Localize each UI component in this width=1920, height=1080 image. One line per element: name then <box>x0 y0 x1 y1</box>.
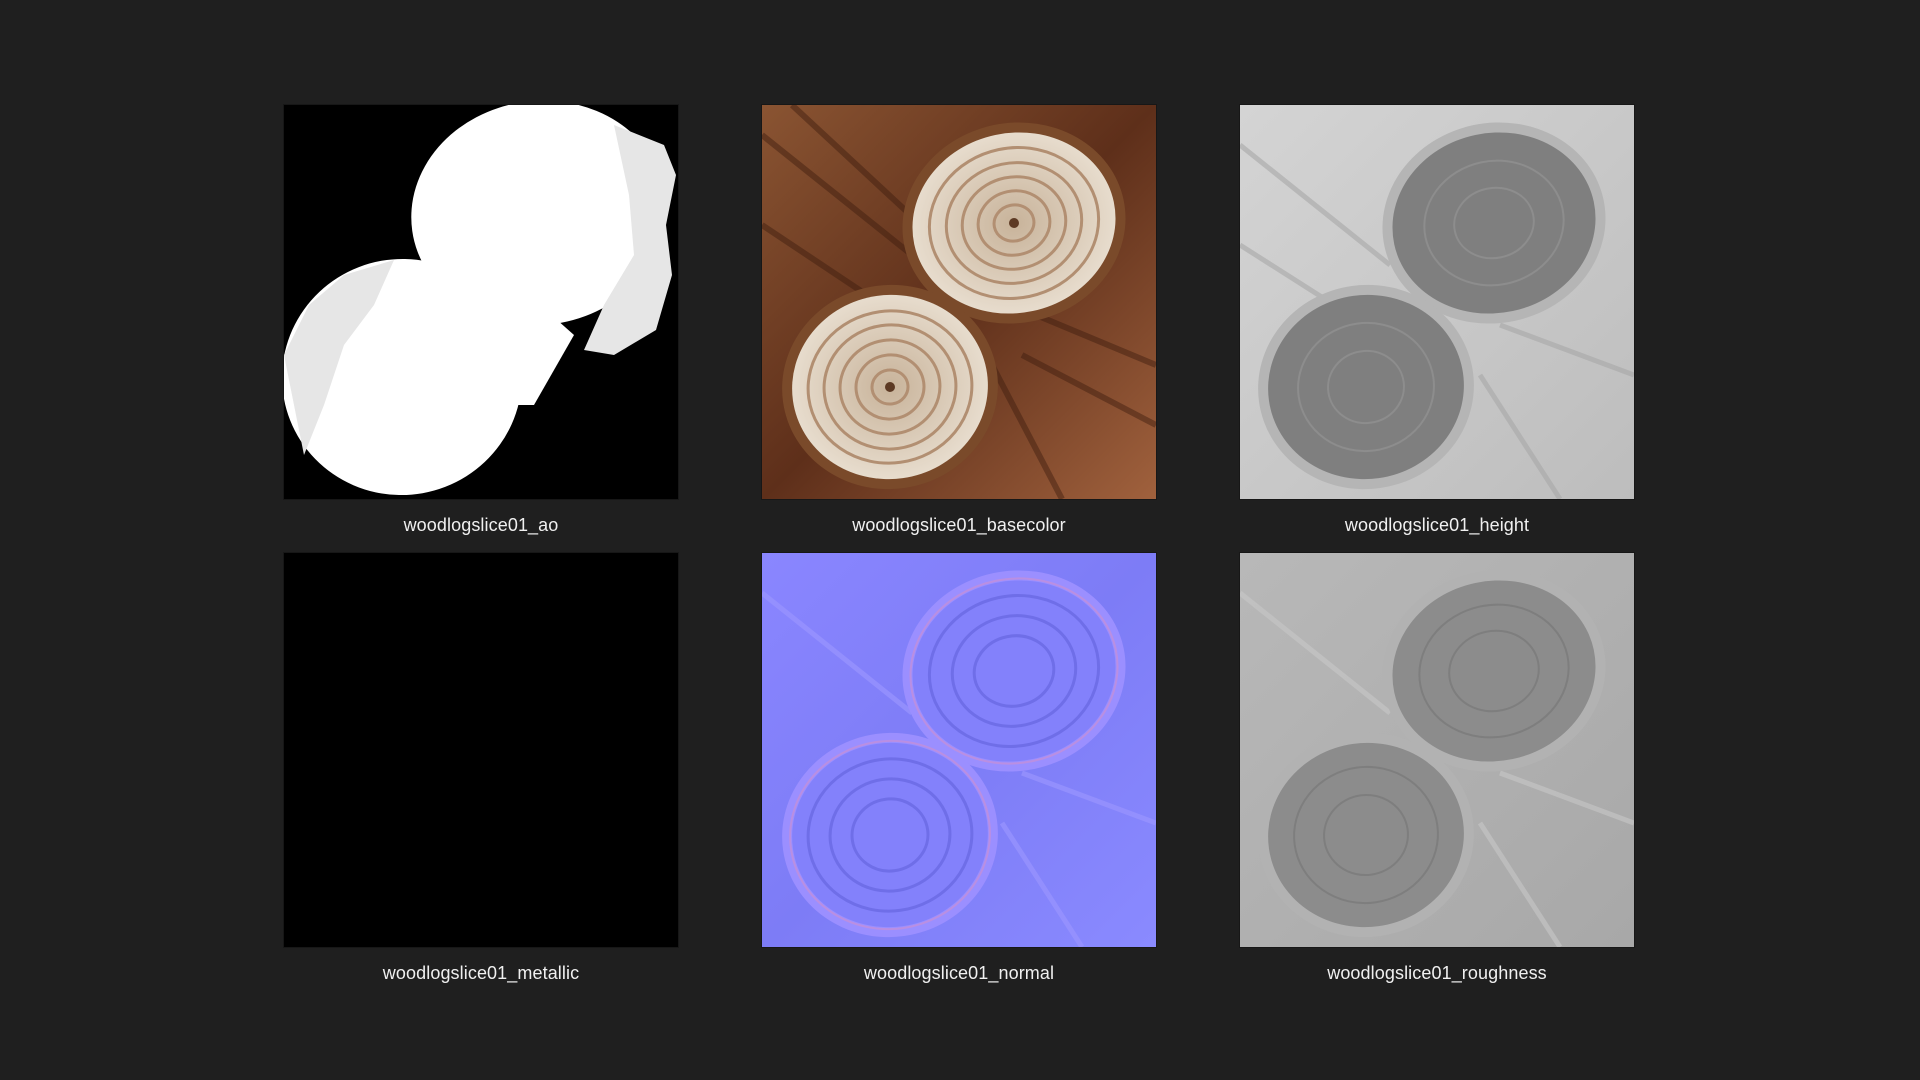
file-tile-ao[interactable]: woodlogslice01_ao <box>284 105 678 536</box>
file-name-label[interactable]: woodlogslice01_roughness <box>1240 963 1634 984</box>
file-name-label[interactable]: woodlogslice01_metallic <box>284 963 678 984</box>
ao-map-thumbnail[interactable] <box>284 105 678 499</box>
height-map-thumbnail[interactable] <box>1240 105 1634 499</box>
file-name-label[interactable]: woodlogslice01_basecolor <box>762 515 1156 536</box>
file-tile-height[interactable]: woodlogslice01_height <box>1240 105 1634 536</box>
file-name-label[interactable]: woodlogslice01_normal <box>762 963 1156 984</box>
file-tile-normal[interactable]: woodlogslice01_normal <box>762 553 1156 984</box>
file-tile-roughness[interactable]: woodlogslice01_roughness <box>1240 553 1634 984</box>
file-name-label[interactable]: woodlogslice01_ao <box>284 515 678 536</box>
metallic-map-thumbnail[interactable] <box>284 553 678 947</box>
file-name-label[interactable]: woodlogslice01_height <box>1240 515 1634 536</box>
file-tile-basecolor[interactable]: woodlogslice01_basecolor <box>762 105 1156 536</box>
texture-thumbnail-grid: woodlogslice01_ao woodlogslice01_basecol… <box>0 0 1920 1080</box>
file-tile-metallic[interactable]: woodlogslice01_metallic <box>284 553 678 984</box>
basecolor-map-thumbnail[interactable] <box>762 105 1156 499</box>
normal-map-thumbnail[interactable] <box>762 553 1156 947</box>
roughness-map-thumbnail[interactable] <box>1240 553 1634 947</box>
